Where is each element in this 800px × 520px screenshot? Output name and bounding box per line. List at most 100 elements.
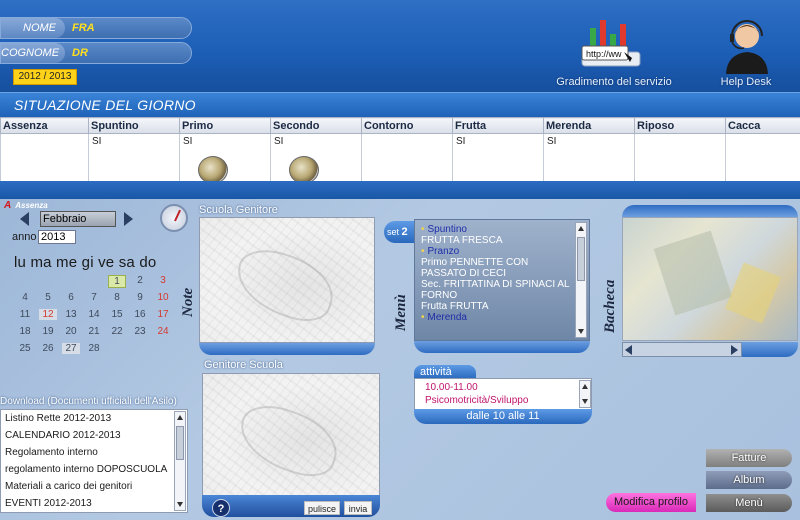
- scroll-up-icon[interactable]: [582, 384, 588, 389]
- scroll-right-icon[interactable]: [731, 345, 738, 355]
- attivita-tab: attività: [414, 365, 476, 379]
- calendar-day[interactable]: 5: [39, 292, 57, 303]
- download-item[interactable]: Regolamento interno: [1, 444, 187, 461]
- school-year-badge: 2012 / 2013: [13, 69, 77, 85]
- nome-label: NOME: [1, 18, 65, 38]
- scroll-down-icon[interactable]: [177, 502, 183, 507]
- download-title: Download (Documenti ufficiali dell'Asilo…: [0, 396, 177, 407]
- table-row: SI SI SI SI SI: [0, 133, 800, 184]
- genitore-scuola-input[interactable]: [202, 373, 380, 497]
- gradimento-button[interactable]: http://ww Gradimento del servizio: [548, 14, 680, 90]
- bacheca-image[interactable]: [622, 217, 798, 341]
- calendar-day[interactable]: 3: [154, 275, 172, 286]
- calendar-day[interactable]: 15: [108, 309, 126, 320]
- attivita-scrollbar[interactable]: [579, 380, 591, 408]
- download-item[interactable]: Listino Rette 2012-2013: [1, 410, 187, 427]
- invia-button[interactable]: invia: [344, 501, 372, 515]
- pulisce-button[interactable]: pulisce: [304, 501, 340, 515]
- scroll-thumb[interactable]: [577, 237, 585, 281]
- nome-field: NOME FRA: [0, 17, 192, 39]
- cell-secondo: SI: [270, 133, 362, 184]
- calendar-day[interactable]: 11: [16, 309, 34, 320]
- menu-section-merenda: Merenda: [421, 312, 575, 323]
- col-assenza: Assenza: [0, 117, 89, 134]
- menu-label: Menù: [393, 294, 409, 331]
- calendar-day[interactable]: 9: [131, 292, 149, 303]
- menu-button[interactable]: Menù: [706, 494, 792, 512]
- table-footer-bar: [0, 181, 800, 199]
- calendar-day[interactable]: 13: [62, 309, 80, 320]
- helpdesk-label: Help Desk: [720, 76, 772, 88]
- calendar-day[interactable]: 6: [62, 292, 80, 303]
- scroll-thumb[interactable]: [176, 426, 184, 460]
- col-frutta: Frutta: [452, 117, 544, 134]
- calendar-day[interactable]: 22: [108, 326, 126, 337]
- download-item[interactable]: EVENTI 2012-2013: [1, 495, 187, 512]
- calendar-day[interactable]: 24: [154, 326, 172, 337]
- calendar-day[interactable]: 26: [39, 343, 57, 354]
- menu-panel: Spuntino FRUTTA FRESCA Pranzo Primo PENN…: [414, 219, 590, 341]
- nome-value: FRA: [72, 22, 95, 34]
- download-item[interactable]: Materiali a carico dei genitori: [1, 478, 187, 495]
- panel-footer: [199, 343, 375, 355]
- scroll-left-icon[interactable]: [625, 345, 632, 355]
- calendar-day[interactable]: 27: [62, 343, 80, 354]
- prev-month-arrow-icon[interactable]: [20, 212, 29, 226]
- calendar-day[interactable]: 16: [131, 309, 149, 320]
- cell-riposo: [634, 133, 726, 182]
- helpdesk-button[interactable]: Help Desk: [700, 14, 792, 90]
- download-item[interactable]: regolamento interno DOPOSCUOLA: [1, 461, 187, 478]
- cell-merenda: SI: [543, 133, 635, 182]
- daily-situation-table: Assenza Spuntino Primo Secondo Contorno …: [0, 117, 800, 184]
- download-scrollbar[interactable]: [174, 411, 186, 511]
- scroll-up-icon[interactable]: [177, 415, 183, 420]
- col-riposo: Riposo: [634, 117, 726, 134]
- cell-assenza: [0, 133, 89, 182]
- download-item[interactable]: CALENDARIO 2012-2013: [1, 427, 187, 444]
- menu-scrollbar[interactable]: [575, 222, 587, 338]
- album-button[interactable]: Album: [706, 471, 792, 489]
- dish-icon[interactable]: [289, 156, 319, 184]
- calendar-day[interactable]: 21: [85, 326, 103, 337]
- calendar-day[interactable]: 12: [39, 309, 57, 320]
- calendar-day[interactable]: 10: [154, 292, 172, 303]
- scroll-down-icon[interactable]: [582, 399, 588, 404]
- panel-footer: [742, 342, 798, 357]
- calendar-day[interactable]: 25: [16, 343, 34, 354]
- calendar-day[interactable]: 19: [39, 326, 57, 337]
- weekday-header: lu ma me gi ve sa do: [14, 254, 157, 271]
- calendar-day[interactable]: 17: [154, 309, 172, 320]
- col-contorno: Contorno: [361, 117, 453, 134]
- calendar-day[interactable]: 18: [16, 326, 34, 337]
- calendar-day[interactable]: 7: [85, 292, 103, 303]
- scroll-up-icon[interactable]: [578, 226, 584, 231]
- calendar-day[interactable]: 14: [85, 309, 103, 320]
- attivita-time-item: 10.00-11.00: [425, 382, 478, 393]
- attivita-name-item: Psicomotricità/Sviluppo: [425, 395, 529, 406]
- year-input[interactable]: 2013: [38, 230, 76, 244]
- col-secondo: Secondo: [270, 117, 362, 134]
- help-question-icon[interactable]: ?: [212, 499, 230, 517]
- calendar-day[interactable]: 23: [131, 326, 149, 337]
- set-number: 2: [401, 226, 408, 238]
- bacheca-scrollbar[interactable]: [622, 342, 742, 357]
- calendar-day[interactable]: 20: [62, 326, 80, 337]
- assenza-label: Assenza: [15, 201, 48, 210]
- calendar-day[interactable]: 1: [108, 275, 126, 288]
- scuola-genitore-panel[interactable]: [199, 217, 375, 343]
- scroll-down-icon[interactable]: [578, 329, 584, 334]
- clock-icon: [160, 204, 188, 232]
- dish-icon[interactable]: [198, 156, 228, 184]
- fatture-button[interactable]: Fatture: [706, 449, 792, 467]
- month-select[interactable]: Febbraio: [40, 211, 116, 227]
- cognome-value: DR: [72, 47, 88, 59]
- next-month-arrow-icon[interactable]: [124, 212, 133, 226]
- menu-set-tab[interactable]: set 2: [384, 221, 416, 243]
- note-label: Note: [180, 287, 196, 317]
- calendar-day[interactable]: 8: [108, 292, 126, 303]
- calendar-day[interactable]: 4: [16, 292, 34, 303]
- modifica-profilo-button[interactable]: Modifica profilo: [606, 493, 696, 512]
- helpdesk-icon: [726, 20, 768, 74]
- calendar-day[interactable]: 28: [85, 343, 103, 354]
- calendar-day[interactable]: 2: [131, 275, 149, 286]
